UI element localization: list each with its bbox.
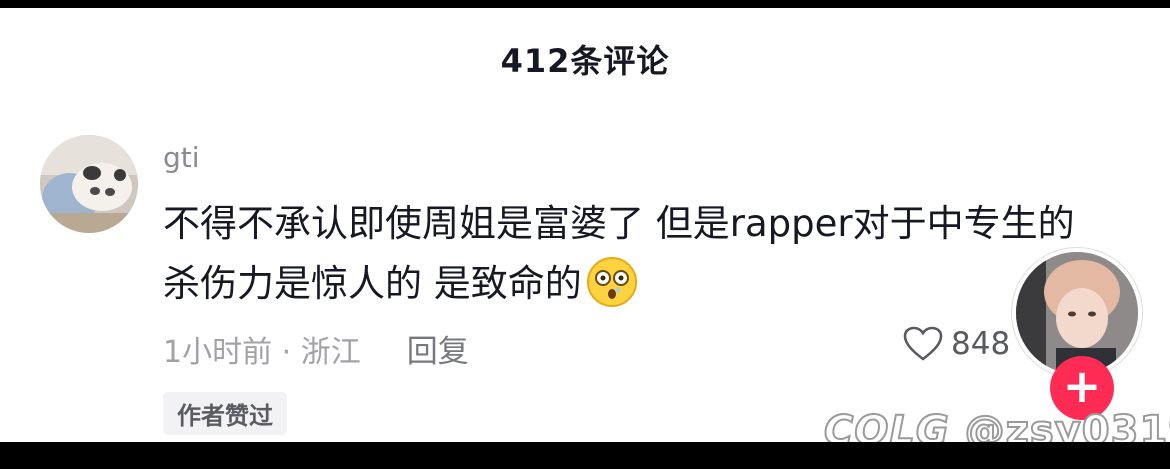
- like-button[interactable]: 848: [903, 326, 1010, 362]
- watermark: COLG @zsy0319: [823, 407, 1170, 442]
- heart-icon: [903, 326, 943, 361]
- comments-count-title: 412条评论: [500, 42, 670, 80]
- author-liked-badge: 作者赞过: [163, 392, 287, 435]
- watermark-brand: COLG: [823, 407, 950, 442]
- cat-avatar-icon: [40, 135, 138, 233]
- surprised-face-emoji-icon: [586, 256, 637, 307]
- comment-username[interactable]: gti: [163, 141, 200, 174]
- reply-button[interactable]: 回复: [407, 326, 469, 371]
- watermark-handle: @zsy0319: [964, 407, 1170, 442]
- comment-meta: 1小时前 · 浙江 回复: [163, 326, 469, 371]
- like-count: 848: [951, 326, 1011, 362]
- comment-body: 不得不承认即使周姐是富婆了 但是rapper对于中专生的杀伤力是惊人的 是致命的: [163, 194, 1093, 314]
- comment-panel: 412条评论 gti 不得不承认即使周姐是富婆了 但是rapper对于中专生的杀…: [0, 8, 1170, 442]
- commenter-avatar[interactable]: [40, 135, 138, 233]
- comment-time-location: 1小时前 · 浙江: [163, 334, 361, 370]
